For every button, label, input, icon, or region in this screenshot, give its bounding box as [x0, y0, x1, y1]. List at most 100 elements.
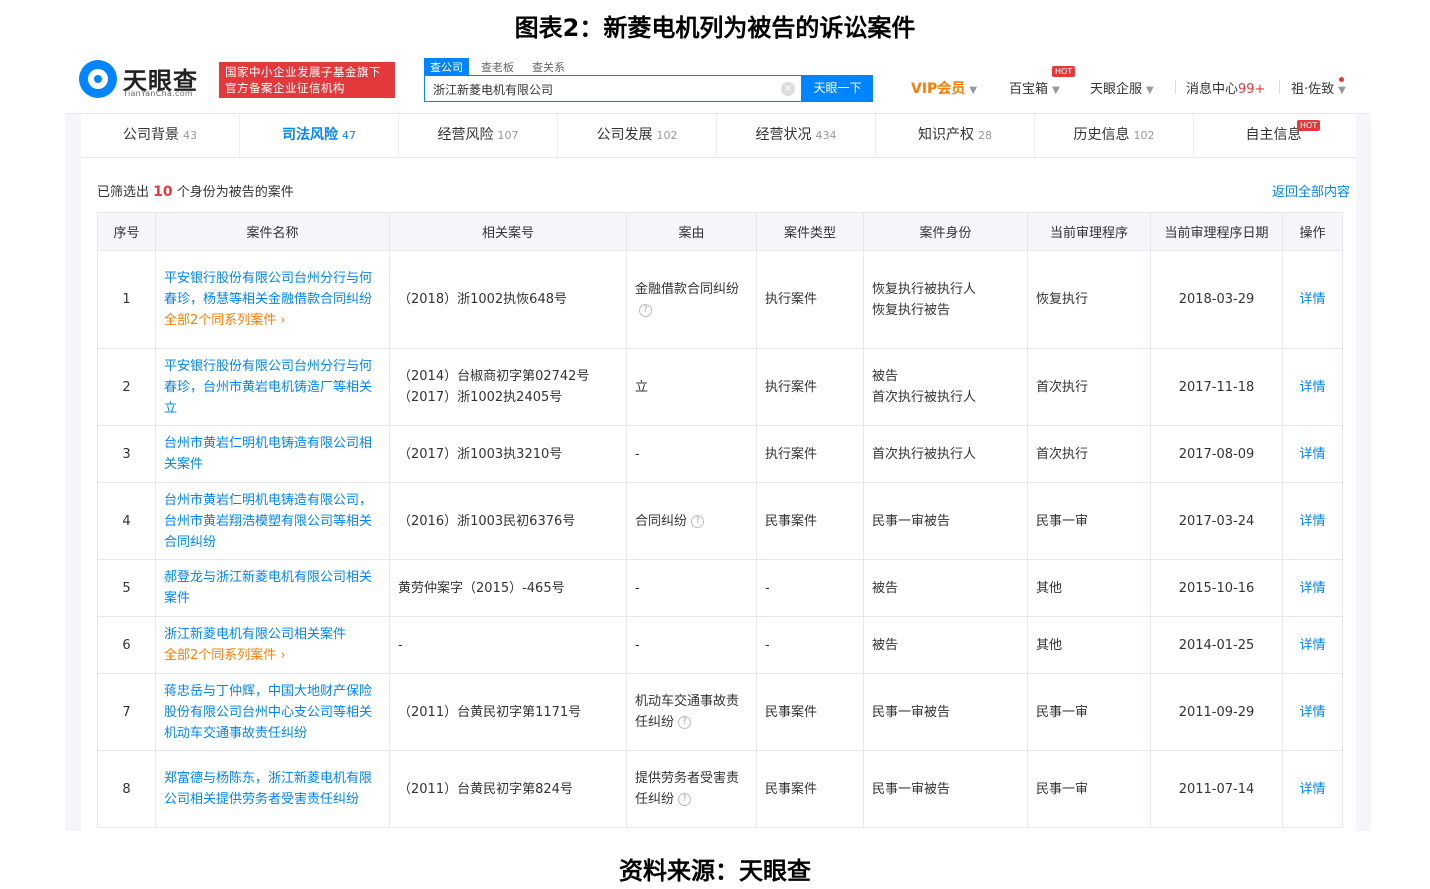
tab-label: 知识产权 — [918, 127, 974, 143]
trial-stage: 首次执行 — [1027, 348, 1151, 426]
search-tab-relation[interactable]: 查关系 — [526, 58, 571, 76]
search-mode-tabs: 查公司 查老板 查关系 — [424, 58, 577, 76]
qifu-menu[interactable]: 天眼企服 ▼ — [1090, 78, 1154, 97]
trial-date: 2014-01-25 — [1150, 616, 1283, 674]
tab-company-background[interactable]: 公司背景 43 — [81, 114, 240, 158]
column-header: 案件名称 — [155, 212, 390, 251]
detail-link[interactable]: 详情 — [1299, 782, 1325, 797]
case-name-link[interactable]: 郑富德与杨陈东，浙江新菱电机有限公司相关提供劳务者受害责任纠纷 — [164, 771, 372, 807]
help-icon[interactable]: ? — [639, 303, 652, 317]
tab-self-info[interactable]: 自主信息 — [1194, 114, 1353, 158]
tab-history[interactable]: 历史信息 102 — [1035, 114, 1194, 158]
nav-divider — [1175, 80, 1176, 94]
case-cause: 立 — [635, 379, 649, 395]
trial-stage: 民事一审 — [1027, 673, 1151, 751]
message-center[interactable]: 消息中心99+ — [1186, 78, 1265, 97]
search-button[interactable]: 天眼一下 — [802, 75, 873, 102]
tab-intellectual-property[interactable]: 知识产权 28 — [876, 114, 1035, 158]
action-cell: 详情 — [1282, 425, 1343, 483]
cause-cell: 机动车交通事故责任纠纷? — [626, 673, 757, 751]
case-name-cell: 平安银行股份有限公司台州分行与何春珍，台州市黄岩电机铸造厂等相关立 — [155, 348, 390, 426]
clear-icon[interactable]: × — [781, 82, 795, 96]
trial-stage: 民事一审 — [1027, 750, 1151, 828]
trial-stage: 其他 — [1027, 616, 1151, 674]
logo-subtext: TianYanCha.com — [123, 89, 193, 98]
help-icon[interactable]: ? — [678, 793, 692, 806]
tab-company-development[interactable]: 公司发展 102 — [558, 114, 717, 158]
filter-suffix: 个身份为被告的案件 — [176, 185, 294, 200]
column-header: 序号 — [97, 212, 156, 251]
row-number: 2 — [97, 348, 156, 426]
figure-source: 资料来源：天眼查 — [619, 857, 811, 885]
tab-operating-status[interactable]: 经营状况 434 — [717, 114, 876, 158]
case-number: （2016）浙1003民初6376号 — [398, 513, 576, 529]
help-icon[interactable]: ? — [691, 514, 705, 528]
figure-title: 图表2：新菱电机列为被告的诉讼案件 — [514, 14, 916, 42]
tab-label: 历史信息 — [1073, 127, 1130, 143]
filter-count: 10 — [153, 184, 173, 200]
case-role-cell: 被告 — [863, 616, 1028, 674]
vip-menu[interactable]: VIP会员 ▼ — [911, 78, 977, 98]
chevron-down-icon: ▼ — [1338, 85, 1346, 96]
table-row: 2 平安银行股份有限公司台州分行与何春珍，台州市黄岩电机铸造厂等相关立 （2014）… — [97, 348, 1343, 426]
case-table: 序号 案件名称 相关案号 案由 案件类型 案件身份 当前审理程序 当前审理程序日… — [97, 212, 1343, 828]
case-number: （2011）台黄民初字第824号 — [398, 781, 573, 797]
case-number: - — [398, 637, 403, 653]
case-name-link[interactable]: 台州市黄岩仁明机电铸造有限公司，台州市黄岩翔浩模塑有限公司等相关合同纠纷 — [164, 493, 372, 550]
detail-link[interactable]: 详情 — [1299, 581, 1325, 596]
case-type: 执行案件 — [756, 250, 864, 349]
baibaoxiang-menu[interactable]: 百宝箱 ▼ — [1009, 78, 1060, 97]
search-input[interactable]: 浙江新菱电机有限公司 × — [424, 75, 802, 102]
case-name-link[interactable]: 浙江新菱电机有限公司相关案件 — [164, 627, 346, 642]
notification-dot — [1339, 77, 1344, 82]
detail-link[interactable]: 详情 — [1299, 380, 1325, 395]
detail-link[interactable]: 详情 — [1299, 638, 1325, 653]
detail-link[interactable]: 详情 — [1299, 447, 1325, 462]
help-icon[interactable]: ? — [678, 716, 692, 729]
logo[interactable]: 天眼查 TianYanCha.com — [79, 60, 211, 100]
detail-link[interactable]: 详情 — [1299, 292, 1325, 307]
case-name-link[interactable]: 台州市黄岩仁明机电铸造有限公司相关案件 — [164, 436, 372, 472]
case-role: 民事一审被告 — [872, 513, 951, 529]
case-number-cell: （2011）台黄民初字第1171号 — [389, 673, 627, 751]
case-name-link[interactable]: 平安银行股份有限公司台州分行与何春珍，台州市黄岩电机铸造厂等相关立 — [164, 359, 372, 416]
cause-cell: - — [626, 616, 757, 674]
action-cell: 详情 — [1282, 559, 1343, 617]
row-number: 6 — [97, 616, 156, 674]
tab-judicial-risk[interactable]: 司法风险 47 — [240, 114, 399, 158]
case-type: - — [756, 559, 864, 617]
tab-count: 43 — [183, 129, 197, 142]
cause-cell: 金融借款合同纠纷? — [626, 250, 757, 349]
tab-operating-risk[interactable]: 经营风险 107 — [399, 114, 558, 158]
tab-count: 102 — [656, 129, 678, 142]
series-cases-link[interactable]: 全部2个同系列案件 › — [164, 310, 381, 331]
case-name-link[interactable]: 郝登龙与浙江新菱电机有限公司相关案件 — [164, 570, 372, 606]
case-role-cell: 首次执行被执行人 — [863, 425, 1028, 483]
cause-cell: - — [626, 559, 757, 617]
user-menu[interactable]: 祖·佐致 ▼ — [1291, 78, 1346, 97]
row-number: 3 — [97, 425, 156, 483]
cause-cell: - — [626, 425, 757, 483]
tab-count: 434 — [815, 129, 837, 142]
trial-date: 2017-03-24 — [1150, 482, 1283, 560]
case-name-link[interactable]: 蒋忠岳与丁仲辉，中国大地财产保险股份有限公司台州中心支公司等相关机动车交通事故责… — [164, 684, 372, 741]
row-number: 5 — [97, 559, 156, 617]
logo-eye-icon — [79, 60, 117, 98]
case-role: 首次执行被执行人 — [872, 390, 977, 405]
tab-label: 经营风险 — [437, 127, 494, 143]
case-name-link[interactable]: 平安银行股份有限公司台州分行与何春珍，杨慧等相关金融借款合同纠纷 — [164, 271, 372, 307]
case-number-cell: （2011）台黄民初字第824号 — [389, 750, 627, 828]
search-tab-company[interactable]: 查公司 — [424, 58, 469, 76]
case-cause: - — [635, 580, 640, 596]
cause-cell: 提供劳务者受害责任纠纷? — [626, 750, 757, 828]
case-type: 民事案件 — [756, 750, 864, 828]
vip-label: VIP会员 — [911, 81, 966, 97]
case-number: （2014）台椒商初字第02742号 — [398, 369, 590, 384]
search-tab-boss[interactable]: 查老板 — [475, 58, 520, 76]
back-to-all-link[interactable]: 返回全部内容 — [1272, 181, 1350, 200]
badge-line-1: 国家中小企业发展子基金旗下 — [225, 65, 381, 79]
series-cases-link[interactable]: 全部2个同系列案件 › — [164, 645, 381, 666]
detail-link[interactable]: 详情 — [1299, 514, 1325, 529]
case-cause: 合同纠纷 — [635, 513, 688, 529]
detail-link[interactable]: 详情 — [1299, 705, 1325, 720]
